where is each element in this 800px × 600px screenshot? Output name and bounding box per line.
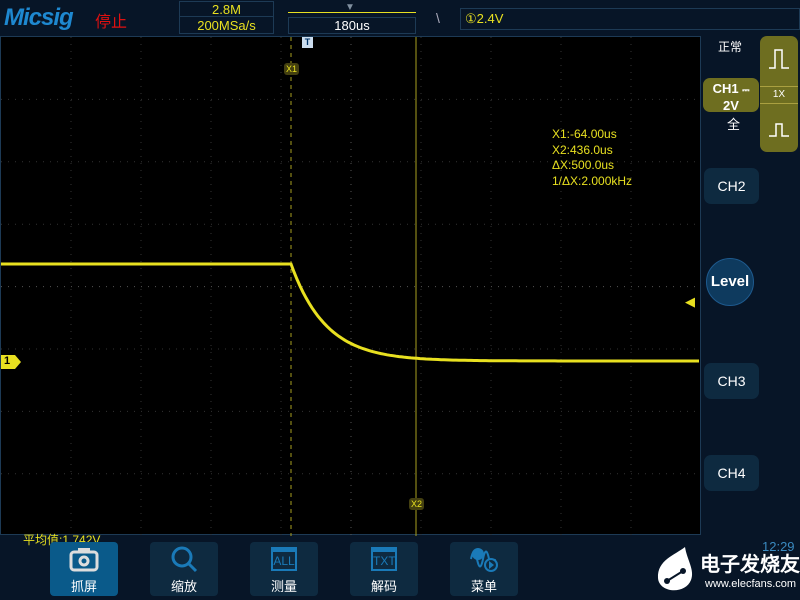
measure-label: 测量 [270,579,297,594]
pulse-wide-icon[interactable] [769,48,789,70]
cursor-readout: X1:-64.00us X2:436.0us ΔX:500.0us 1/ΔX:2… [552,127,632,189]
ch4-button[interactable]: CH4 [704,455,759,491]
cursor-delta-value: ΔX:500.0us [552,158,615,172]
trigger-position-icon: ▼ [345,2,355,13]
trigger-level-marker[interactable]: ◀ [685,294,695,310]
zoom-button[interactable]: 缩放 [150,542,218,596]
ch2-button[interactable]: CH2 [704,168,759,204]
bandwidth-limit[interactable]: 全 [727,114,740,133]
trigger-level[interactable]: ①2.4V [460,8,800,30]
trigger-marker[interactable]: T [302,37,313,48]
ch1-label: CH1 [712,81,739,96]
sample-rate[interactable]: 200MSa/s [179,16,274,34]
cursor-x2-value: X2:436.0us [552,142,613,157]
cursor-x1-handle[interactable]: X1 [284,63,300,75]
waveform-display[interactable]: T X1 X2 1 ◀ X1:-64.00us X2:436.0us ΔX:50… [0,36,701,547]
zoom-label: 缩放 [170,579,197,594]
camera-icon [50,542,118,576]
acquisition-panel[interactable]: 1X [760,36,798,152]
cursor-x1-value: X1:-64.00us [552,127,617,141]
magnifier-icon [150,542,218,576]
decode-label: 解码 [370,579,397,594]
ch1-button[interactable]: CH1 ⎓ 2V [703,78,759,113]
measure-all-icon: ALL [271,547,297,571]
dc-coupling-icon: ⎓ [742,85,750,95]
level-knob[interactable]: Level [706,258,754,306]
brand-logo: Micsig [4,4,74,31]
cursor-x2-handle[interactable]: X2 [409,498,425,510]
pulse-narrow-icon[interactable] [769,120,789,138]
watermark-logo-icon [657,547,693,591]
ch3-button[interactable]: CH3 [704,363,759,399]
timebase[interactable]: 180us [288,17,416,34]
watermark-url: www.elecfans.com [705,578,797,590]
measure-button[interactable]: ALL 测量 [250,542,318,596]
ch1-waveform [1,262,699,363]
falling-edge-icon[interactable]: \ [436,10,440,26]
menu-label: 菜单 [470,579,497,594]
menu-button[interactable]: 菜单 [450,542,518,596]
waveform-svg [1,37,701,536]
ch1-scale: 2V [723,98,739,113]
probe-ratio[interactable]: 1X [760,86,798,104]
trigger-mode[interactable]: 正常 [718,38,742,55]
cursor-freq-value: 1/ΔX:2.000kHz [552,173,633,188]
decode-txt-icon: TXT [371,547,397,571]
screenshot-label: 抓屏 [70,579,97,594]
screenshot-button[interactable]: 抓屏 [50,542,118,596]
watermark-name: 电子发烧友 [700,554,800,576]
decode-button[interactable]: TXT 解码 [350,542,418,596]
menu-icon [450,542,518,576]
memory-depth[interactable]: 2.8M [179,1,274,17]
run-status[interactable]: 停止 [95,8,127,32]
